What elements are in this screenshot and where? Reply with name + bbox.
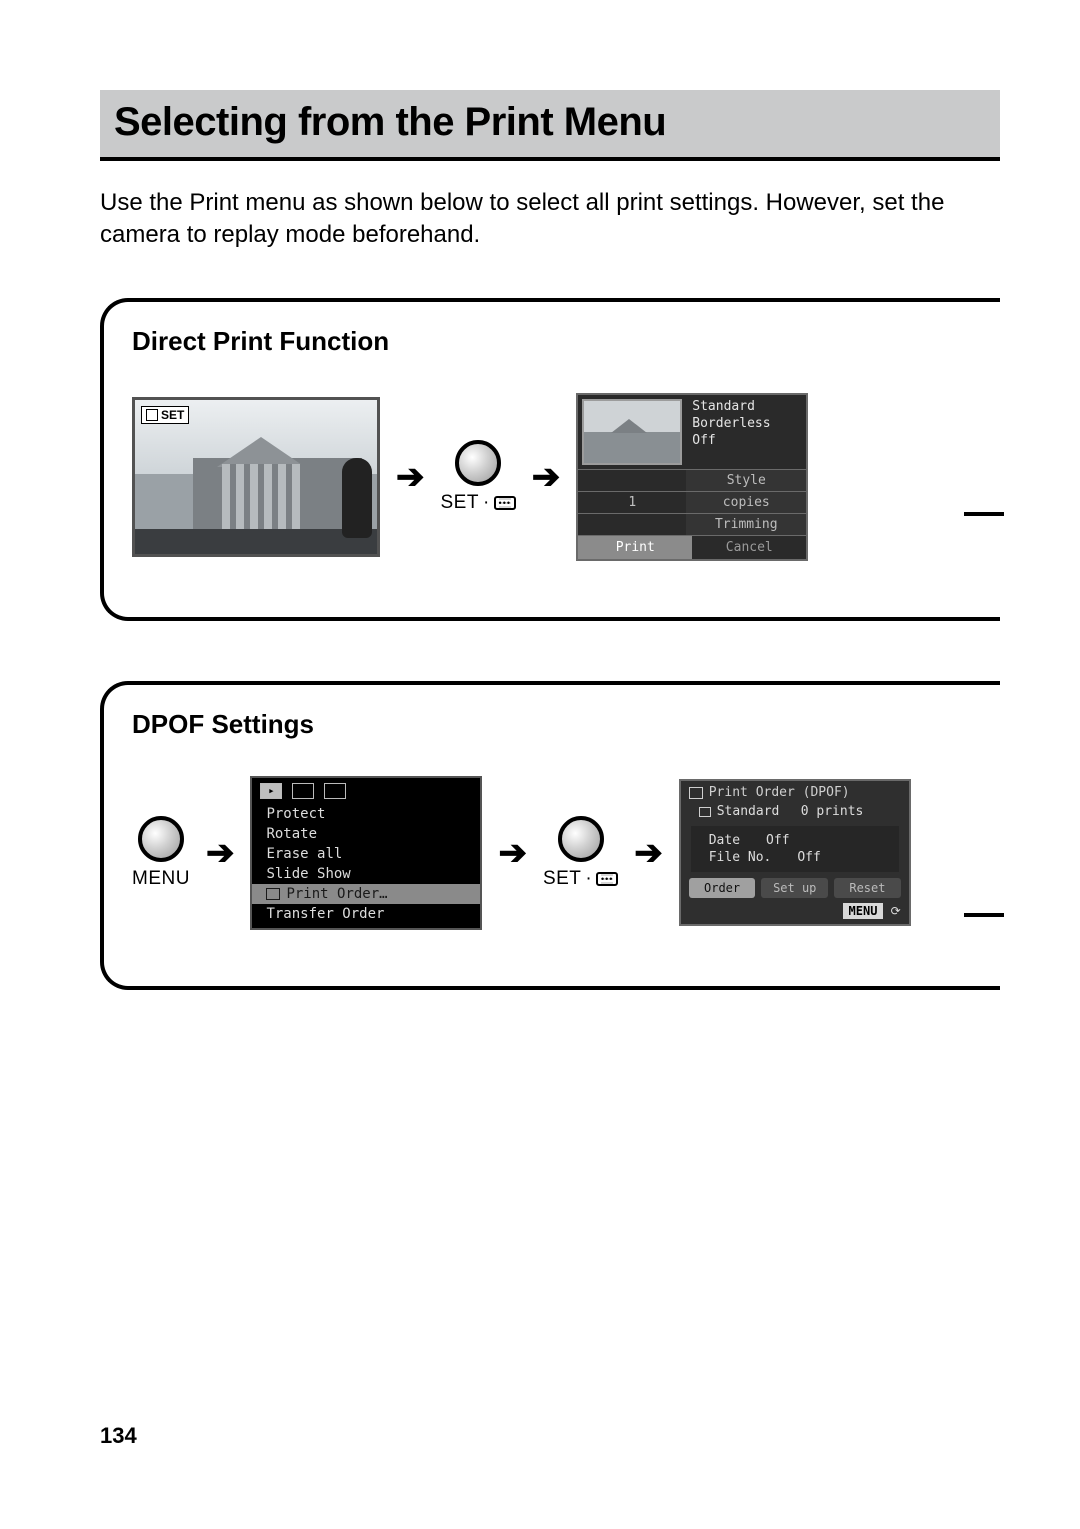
copies-value: 1 [578,492,686,513]
order-header: Print Order (DPOF) [681,781,909,802]
fileno-label: File No. [709,850,772,865]
menu-item-print-order: Print Order… [252,884,480,904]
arrow-icon: ➔ [396,457,425,497]
set-button-label: SET· [543,868,618,890]
set-display-icon [494,496,516,510]
print-action: Print [578,536,692,559]
reset-btn: Reset [834,878,901,898]
date-label: Date [709,833,740,848]
panel-heading: DPOF Settings [132,709,1000,740]
row-trimming: Trimming [686,514,806,535]
direct-print-panel: Direct Print Function SET ➔ SET· ➔ Stand… [100,298,1000,621]
doc-icon [699,807,711,817]
set-display-icon [596,872,618,886]
print-settings-screen: Standard Borderless Off Style 1copies Tr… [576,393,808,561]
menu-list: Protect Rotate Erase all Slide Show Prin… [252,802,480,928]
direct-print-flow: SET ➔ SET· ➔ Standard Borderless Off Sty… [132,393,1000,561]
arrow-icon: ➔ [634,833,663,873]
continuation-mark [964,512,1004,516]
order-standard-line: Standard0 prints [681,802,909,821]
order-options-box: Date Off File No. Off [691,826,899,872]
opt-off: Off [692,433,800,448]
set-button[interactable] [455,440,501,486]
continuation-mark [964,913,1004,917]
set-overlay-tag: SET [141,406,189,424]
menu-button-label: MENU [132,868,190,890]
manual-page: Selecting from the Print Menu Use the Pr… [0,0,1080,1529]
order-buttons: Order Set up Reset [681,878,909,902]
row-style: Style [686,470,806,491]
date-value: Off [766,833,789,848]
intro-text: Use the Print menu as shown below to sel… [100,187,980,252]
menu-item-transfer: Transfer Order [252,904,480,924]
panel-heading: Direct Print Function [132,326,1000,357]
menu-button[interactable] [138,816,184,862]
menu-item-protect: Protect [252,804,480,824]
set-button-group: SET· [543,816,618,890]
menu-tabs: ▸ [252,778,480,802]
set-button-label: SET· [441,492,516,514]
arrow-icon: ➔ [498,833,527,873]
set-button[interactable] [558,816,604,862]
arrow-icon: ➔ [532,457,561,497]
menu-return: MENU ⟳ [681,902,909,924]
set-button-group: SET· [441,440,516,514]
cancel-action: Cancel [692,536,806,559]
menu-item-rotate: Rotate [252,824,480,844]
lcd-options: Standard Borderless Off [686,395,806,450]
section-title-bar: Selecting from the Print Menu [100,90,1000,161]
menu-item-slide: Slide Show [252,864,480,884]
my-tab-icon [324,783,346,799]
row-copies: copies [686,492,806,513]
camera-photo-preview: SET [132,397,380,557]
page-number: 134 [100,1423,137,1449]
print-order-screen: Print Order (DPOF) Standard0 prints Date… [679,779,911,926]
setup-tab-icon [292,783,314,799]
menu-item-erase: Erase all [252,844,480,864]
lcd-thumbnail [582,399,682,465]
order-btn: Order [689,878,756,898]
menu-button-group: MENU [132,816,190,890]
opt-borderless: Borderless [692,416,800,431]
opt-standard: Standard [692,399,800,414]
play-tab-icon: ▸ [260,783,282,799]
arrow-icon: ➔ [206,833,235,873]
playback-menu-screen: ▸ Protect Rotate Erase all Slide Show Pr… [250,776,482,930]
dpof-settings-panel: DPOF Settings MENU ➔ ▸ Protect Rotate Er… [100,681,1000,990]
fileno-value: Off [797,850,820,865]
section-title: Selecting from the Print Menu [114,100,986,145]
setup-btn: Set up [761,878,828,898]
dpof-flow: MENU ➔ ▸ Protect Rotate Erase all Slide … [132,776,1000,930]
